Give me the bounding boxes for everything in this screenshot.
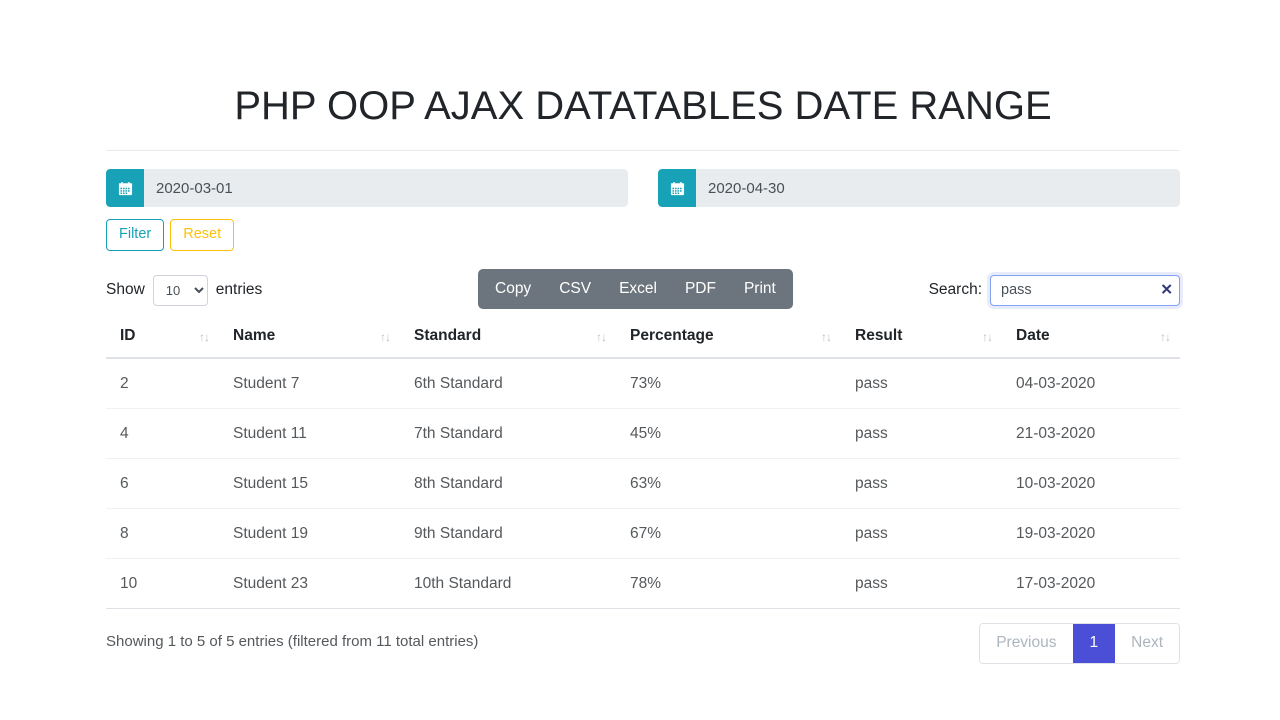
length-control: Show 10 25 50 100 entries	[106, 274, 263, 306]
reset-button[interactable]: Reset	[170, 219, 235, 251]
print-button[interactable]: Print	[730, 269, 793, 309]
cell-standard: 6th Standard	[400, 357, 616, 409]
page-root: PHP OOP AJAX DATATABLES DATE RANGE 2020-…	[0, 0, 1280, 720]
cell-name: Student 11	[219, 408, 400, 459]
search-control: Search: ✕	[928, 274, 1180, 306]
pdf-button[interactable]: PDF	[671, 269, 730, 309]
cell-date: 04-03-2020	[1002, 357, 1180, 409]
cell-name: Student 19	[219, 508, 400, 559]
column-header-label: Date	[1016, 326, 1050, 344]
cell-name: Student 15	[219, 458, 400, 509]
calendar-icon	[658, 169, 696, 207]
cell-id: 10	[106, 558, 219, 609]
table-row: 6 Student 15 8th Standard 63% pass 10-03…	[106, 458, 1180, 509]
cell-result: pass	[841, 508, 1002, 559]
excel-button[interactable]: Excel	[605, 269, 671, 309]
pagination: Previous 1 Next	[979, 622, 1180, 664]
search-input[interactable]	[990, 274, 1180, 306]
cell-percentage: 67%	[616, 508, 841, 559]
close-icon[interactable]: ✕	[1160, 283, 1173, 298]
sort-both-icon[interactable]: ↑↓	[596, 330, 607, 344]
table-row: 2 Student 7 6th Standard 73% pass 04-03-…	[106, 357, 1180, 409]
cell-name: Student 23	[219, 558, 400, 609]
length-prefix-text: Show	[106, 281, 145, 298]
table-row: 8 Student 19 9th Standard 67% pass 19-03…	[106, 508, 1180, 559]
entries-info: Showing 1 to 5 of 5 entries (filtered fr…	[106, 632, 479, 650]
page-title: PHP OOP AJAX DATATABLES DATE RANGE	[234, 84, 1052, 128]
length-suffix-text: entries	[215, 281, 263, 298]
datatable-controls: Show 10 25 50 100 entries Copy CSV Excel…	[106, 268, 1180, 311]
copy-button[interactable]: Copy	[478, 269, 545, 309]
cell-percentage: 45%	[616, 408, 841, 459]
table-row: 10 Student 23 10th Standard 78% pass 17-…	[106, 558, 1180, 609]
cell-date: 19-03-2020	[1002, 508, 1180, 559]
column-header-label: Standard	[414, 326, 482, 344]
sort-both-icon[interactable]: ↑↓	[199, 330, 210, 344]
content-container: PHP OOP AJAX DATATABLES DATE RANGE 2020-…	[106, 0, 1180, 667]
sort-both-icon[interactable]: ↑↓	[982, 330, 993, 344]
column-header-result[interactable]: Result ↑↓	[841, 316, 1002, 359]
column-header-label: Name	[233, 326, 276, 344]
cell-standard: 7th Standard	[400, 408, 616, 459]
column-header-percentage[interactable]: Percentage ↑↓	[616, 316, 841, 359]
datatable-footer: Showing 1 to 5 of 5 entries (filtered fr…	[106, 622, 1180, 667]
column-header-date[interactable]: Date ↑↓	[1002, 316, 1180, 359]
cell-date: 17-03-2020	[1002, 558, 1180, 609]
cell-id: 8	[106, 508, 219, 559]
column-header-label: Result	[855, 326, 903, 344]
cell-standard: 10th Standard	[400, 558, 616, 609]
cell-date: 21-03-2020	[1002, 408, 1180, 459]
sort-both-icon[interactable]: ↑↓	[380, 330, 391, 344]
column-header-id[interactable]: ID ↑↓	[106, 316, 219, 359]
cell-result: pass	[841, 458, 1002, 509]
start-date-group	[106, 169, 628, 207]
page-button-1[interactable]: 1	[1072, 623, 1116, 663]
column-header-standard[interactable]: Standard ↑↓	[400, 316, 616, 359]
sort-both-icon[interactable]: ↑↓	[1160, 330, 1171, 344]
next-page-button[interactable]: Next	[1115, 623, 1179, 663]
cell-id: 4	[106, 408, 219, 459]
entries-per-page-select[interactable]: 10 25 50 100	[152, 274, 208, 306]
table-header-row: ID ↑↓ Name ↑↓ Standard ↑↓ Percentage ↑↓	[106, 316, 1180, 359]
column-header-label: Percentage	[630, 326, 714, 344]
calendar-icon	[106, 169, 144, 207]
cell-result: pass	[841, 357, 1002, 409]
results-table: ID ↑↓ Name ↑↓ Standard ↑↓ Percentage ↑↓	[106, 316, 1180, 609]
sort-both-icon[interactable]: ↑↓	[821, 330, 832, 344]
csv-button[interactable]: CSV	[545, 269, 605, 309]
date-range-row	[106, 169, 1180, 207]
cell-standard: 8th Standard	[400, 458, 616, 509]
search-label: Search:	[928, 281, 982, 298]
search-wrapper: ✕	[990, 274, 1180, 306]
cell-percentage: 78%	[616, 558, 841, 609]
cell-standard: 9th Standard	[400, 508, 616, 559]
cell-id: 6	[106, 458, 219, 509]
end-date-group	[658, 169, 1180, 207]
column-header-label: ID	[120, 326, 136, 344]
column-header-name[interactable]: Name ↑↓	[219, 316, 400, 359]
cell-percentage: 73%	[616, 357, 841, 409]
filter-button[interactable]: Filter	[106, 219, 165, 251]
cell-result: pass	[841, 558, 1002, 609]
end-date-input[interactable]	[696, 169, 1180, 207]
title-divider	[106, 150, 1180, 151]
length-label: Show 10 25 50 100 entries	[106, 274, 263, 306]
table-row: 4 Student 11 7th Standard 45% pass 21-03…	[106, 408, 1180, 459]
table-body: 2 Student 7 6th Standard 73% pass 04-03-…	[106, 357, 1180, 609]
previous-page-button[interactable]: Previous	[980, 623, 1073, 663]
cell-percentage: 63%	[616, 458, 841, 509]
cell-result: pass	[841, 408, 1002, 459]
cell-name: Student 7	[219, 357, 400, 409]
filter-actions: Filter Reset	[106, 219, 1180, 251]
cell-date: 10-03-2020	[1002, 458, 1180, 509]
table-head: ID ↑↓ Name ↑↓ Standard ↑↓ Percentage ↑↓	[106, 316, 1180, 359]
cell-id: 2	[106, 357, 219, 409]
start-date-input[interactable]	[144, 169, 628, 207]
export-button-group: Copy CSV Excel PDF Print	[478, 268, 793, 309]
